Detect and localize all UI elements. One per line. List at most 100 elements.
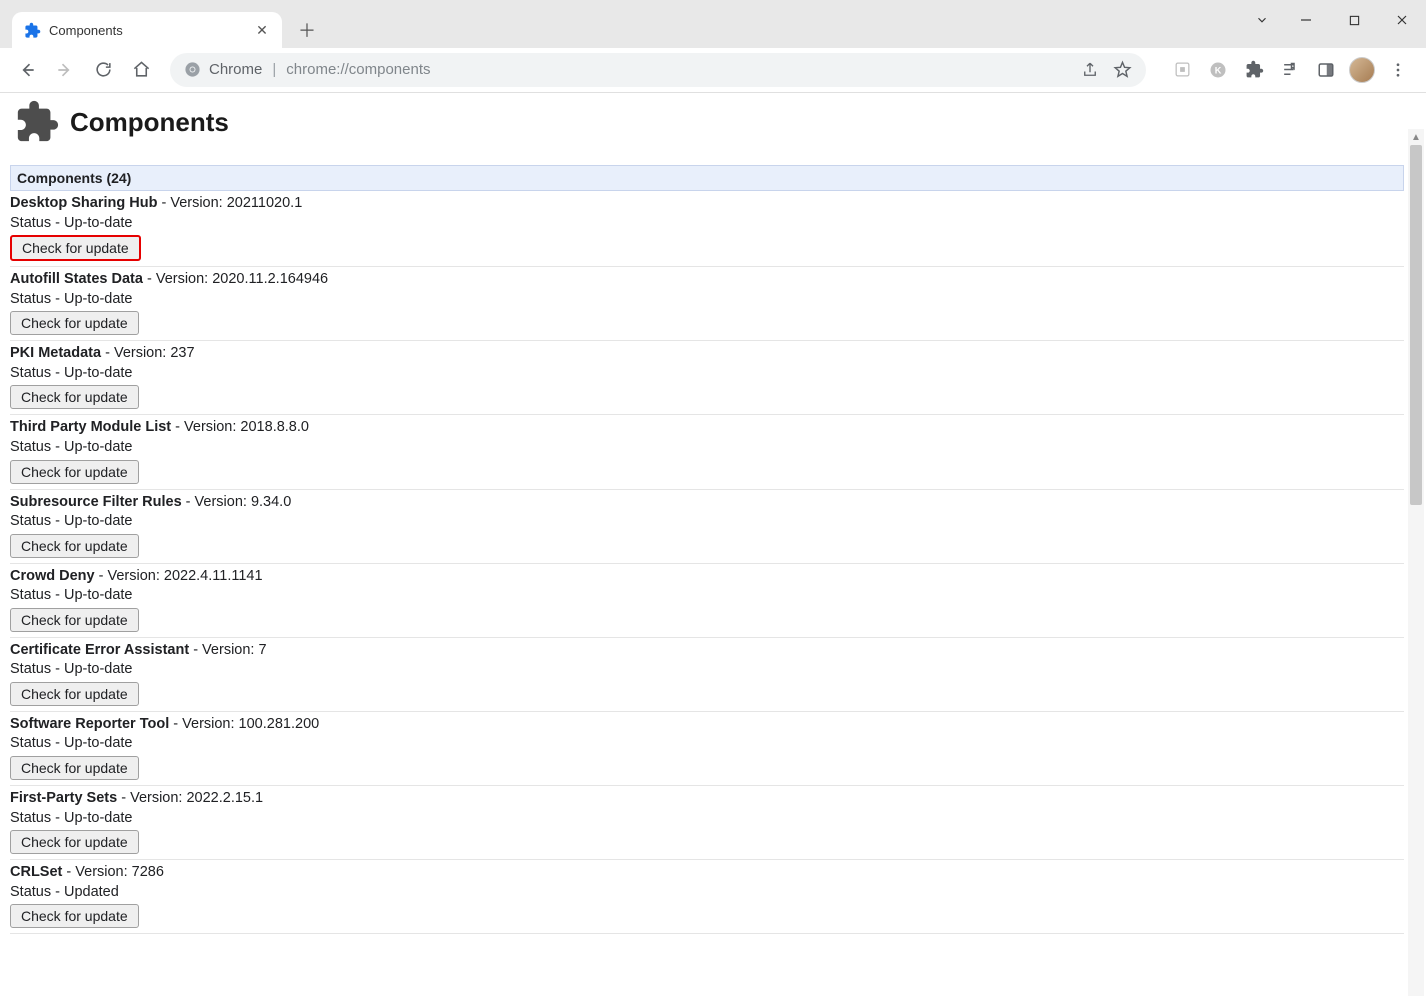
content-frame: Components Components (24) Desktop Shari… xyxy=(0,92,1426,1000)
profile-avatar[interactable] xyxy=(1344,52,1380,88)
site-chip-label: Chrome xyxy=(209,61,262,78)
window-close-button[interactable] xyxy=(1378,0,1426,40)
window-minimize-button[interactable] xyxy=(1282,0,1330,40)
components-list: Desktop Sharing Hub - Version: 20211020.… xyxy=(10,191,1404,934)
check-for-update-button[interactable]: Check for update xyxy=(10,385,139,409)
component-name: Software Reporter Tool xyxy=(10,716,169,732)
component-name: Desktop Sharing Hub xyxy=(10,195,157,211)
component-row: Crowd Deny - Version: 2022.4.11.1141Stat… xyxy=(10,564,1404,638)
component-status: Status - Up-to-date xyxy=(10,290,1404,310)
component-name: First-Party Sets xyxy=(10,790,117,806)
home-button[interactable] xyxy=(124,53,158,87)
window-controls xyxy=(1242,0,1426,40)
component-name: Autofill States Data xyxy=(10,271,143,287)
component-row: CRLSet - Version: 7286Status - UpdatedCh… xyxy=(10,860,1404,934)
page-header: Components xyxy=(10,91,233,153)
check-for-update-button[interactable]: Check for update xyxy=(10,830,139,854)
extensions-puzzle-icon[interactable] xyxy=(1236,52,1272,88)
check-for-update-button[interactable]: Check for update xyxy=(10,756,139,780)
component-version: - Version: 100.281.200 xyxy=(169,716,319,732)
component-name: Third Party Module List xyxy=(10,419,171,435)
component-title-line: Desktop Sharing Hub - Version: 20211020.… xyxy=(10,194,1404,214)
puzzle-large-icon xyxy=(14,99,60,145)
component-status: Status - Up-to-date xyxy=(10,809,1404,829)
component-version: - Version: 2020.11.2.164946 xyxy=(143,271,328,287)
component-row: First-Party Sets - Version: 2022.2.15.1S… xyxy=(10,786,1404,860)
avatar-image xyxy=(1349,57,1375,83)
puzzle-icon xyxy=(24,22,41,39)
component-title-line: First-Party Sets - Version: 2022.2.15.1 xyxy=(10,789,1404,809)
component-version: - Version: 2018.8.8.0 xyxy=(171,419,309,435)
component-version: - Version: 20211020.1 xyxy=(157,195,302,211)
component-row: PKI Metadata - Version: 237Status - Up-t… xyxy=(10,341,1404,415)
component-status: Status - Up-to-date xyxy=(10,364,1404,384)
component-title-line: CRLSet - Version: 7286 xyxy=(10,863,1404,883)
check-for-update-button[interactable]: Check for update xyxy=(10,682,139,706)
site-chip: Chrome xyxy=(184,61,262,78)
check-for-update-button[interactable]: Check for update xyxy=(10,460,139,484)
extension-k-icon[interactable]: K xyxy=(1200,52,1236,88)
component-title-line: PKI Metadata - Version: 237 xyxy=(10,344,1404,364)
component-status: Status - Up-to-date xyxy=(10,586,1404,606)
component-title-line: Certificate Error Assistant - Version: 7 xyxy=(10,641,1404,661)
component-row: Autofill States Data - Version: 2020.11.… xyxy=(10,267,1404,341)
svg-text:K: K xyxy=(1215,65,1222,75)
component-title-line: Subresource Filter Rules - Version: 9.34… xyxy=(10,493,1404,513)
reload-button[interactable] xyxy=(86,53,120,87)
check-for-update-button[interactable]: Check for update xyxy=(10,235,141,261)
check-for-update-button[interactable]: Check for update xyxy=(10,608,139,632)
tab-search-chevron-icon[interactable] xyxy=(1242,0,1282,40)
component-name: Crowd Deny xyxy=(10,568,95,584)
browser-toolbar: Chrome | chrome://components K xyxy=(0,48,1426,92)
back-button[interactable] xyxy=(10,53,44,87)
component-version: - Version: 7 xyxy=(189,642,266,658)
component-title-line: Software Reporter Tool - Version: 100.28… xyxy=(10,715,1404,735)
browser-tab-strip: Components ✕ ＋ xyxy=(0,0,1426,48)
kebab-menu-icon[interactable] xyxy=(1380,52,1416,88)
check-for-update-button[interactable]: Check for update xyxy=(10,904,139,928)
browser-tab-active[interactable]: Components ✕ xyxy=(12,12,282,48)
component-status: Status - Up-to-date xyxy=(10,512,1404,532)
component-name: PKI Metadata xyxy=(10,345,101,361)
toolbar-extension-area: K xyxy=(1164,52,1416,88)
scrollbar-up-icon[interactable]: ▲ xyxy=(1408,129,1424,145)
scrollbar-thumb[interactable] xyxy=(1410,145,1422,505)
component-name: Certificate Error Assistant xyxy=(10,642,189,658)
component-status: Status - Up-to-date xyxy=(10,734,1404,754)
component-title-line: Autofill States Data - Version: 2020.11.… xyxy=(10,270,1404,290)
check-for-update-button[interactable]: Check for update xyxy=(10,311,139,335)
star-icon[interactable] xyxy=(1113,60,1132,79)
component-title-line: Third Party Module List - Version: 2018.… xyxy=(10,418,1404,438)
component-status: Status - Up-to-date xyxy=(10,660,1404,680)
component-row: Desktop Sharing Hub - Version: 20211020.… xyxy=(10,191,1404,267)
component-row: Certificate Error Assistant - Version: 7… xyxy=(10,638,1404,712)
component-title-line: Crowd Deny - Version: 2022.4.11.1141 xyxy=(10,567,1404,587)
component-name: CRLSet xyxy=(10,864,62,880)
omnibox-url-text: chrome://components xyxy=(286,61,430,78)
component-version: - Version: 9.34.0 xyxy=(182,494,292,510)
component-row: Subresource Filter Rules - Version: 9.34… xyxy=(10,490,1404,564)
component-name: Subresource Filter Rules xyxy=(10,494,182,510)
component-status: Status - Updated xyxy=(10,883,1404,903)
forward-button[interactable] xyxy=(48,53,82,87)
close-tab-icon[interactable]: ✕ xyxy=(254,22,270,38)
component-status: Status - Up-to-date xyxy=(10,438,1404,458)
extension-a-icon[interactable] xyxy=(1164,52,1200,88)
component-version: - Version: 237 xyxy=(101,345,195,361)
check-for-update-button[interactable]: Check for update xyxy=(10,534,139,558)
scrollbar[interactable]: ▲ xyxy=(1408,129,1424,996)
omnibox-divider: | xyxy=(272,61,276,78)
new-tab-button[interactable]: ＋ xyxy=(292,15,322,45)
component-row: Third Party Module List - Version: 2018.… xyxy=(10,415,1404,489)
side-panel-icon[interactable] xyxy=(1308,52,1344,88)
reading-list-icon[interactable] xyxy=(1272,52,1308,88)
address-bar[interactable]: Chrome | chrome://components xyxy=(170,53,1146,87)
page-title: Components xyxy=(70,107,229,138)
component-version: - Version: 2022.2.15.1 xyxy=(117,790,263,806)
share-icon[interactable] xyxy=(1081,61,1099,79)
window-maximize-button[interactable] xyxy=(1330,0,1378,40)
tab-title-text: Components xyxy=(49,23,254,38)
component-status: Status - Up-to-date xyxy=(10,214,1404,234)
component-version: - Version: 2022.4.11.1141 xyxy=(95,568,263,584)
chrome-small-icon xyxy=(184,61,201,78)
